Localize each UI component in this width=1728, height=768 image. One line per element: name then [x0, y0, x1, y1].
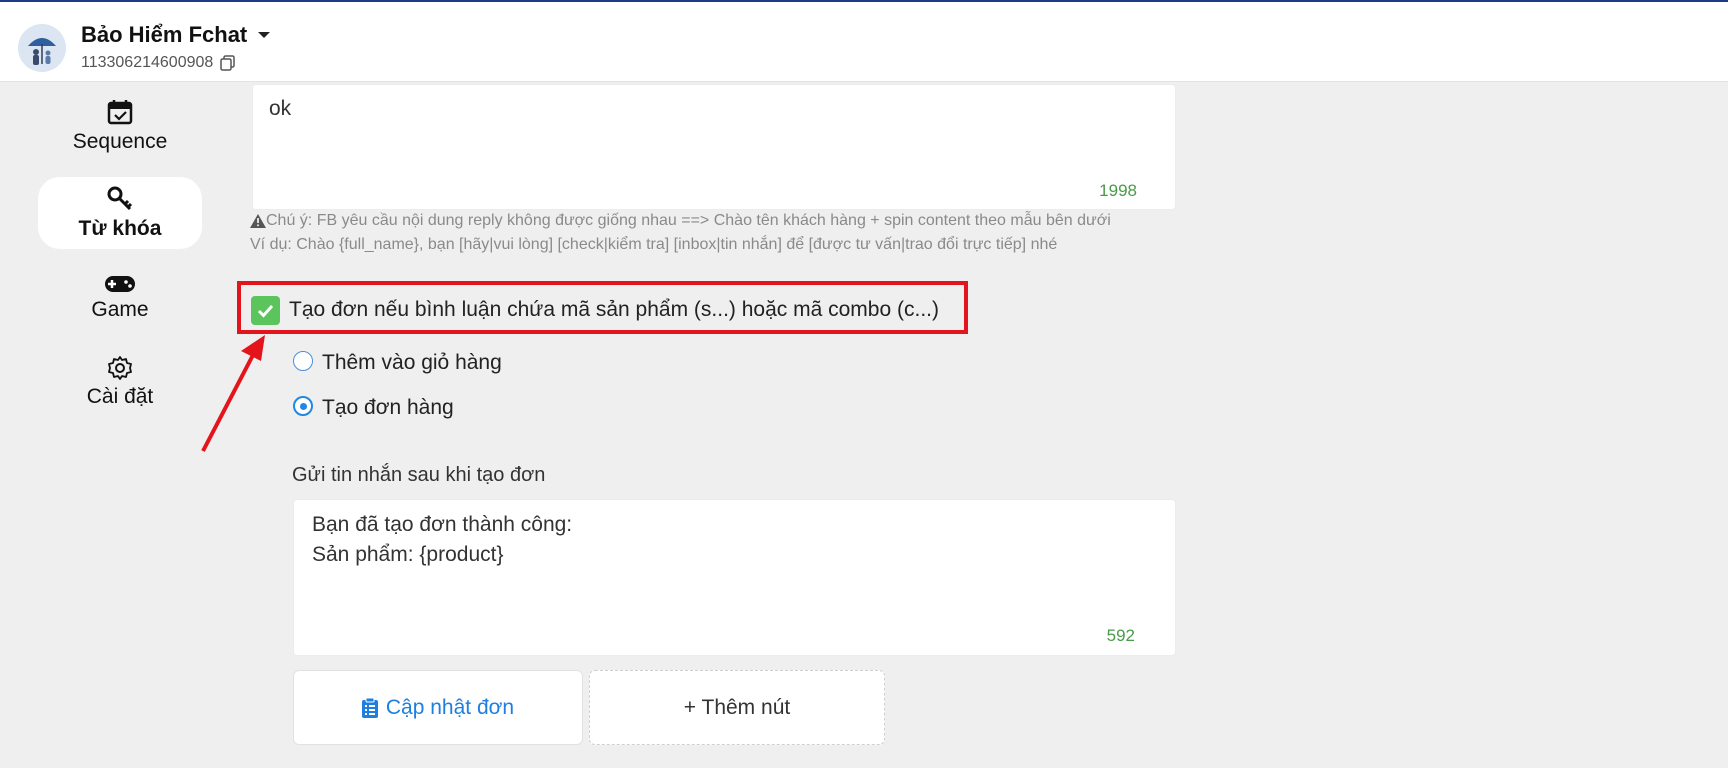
- after-order-label: Gửi tin nhắn sau khi tạo đơn: [292, 464, 546, 486]
- reply-warning-note: Chú ý: FB yêu cầu nội dung reply không đ…: [250, 212, 1111, 230]
- create-order-checkbox[interactable]: [251, 296, 280, 325]
- update-order-label: Cập nhật đơn: [385, 695, 515, 719]
- reply-char-counter: 1998: [1099, 181, 1137, 200]
- radio-create-order-label[interactable]: Tạo đơn hàng: [322, 396, 454, 420]
- annotation-arrow: [201, 335, 265, 452]
- warning-icon: [250, 214, 266, 228]
- sidebar-item-label: Game: [91, 298, 149, 321]
- add-button-label: + Thêm nút: [683, 695, 791, 719]
- checkmark-icon: [257, 304, 274, 318]
- sidebar-item-sequence[interactable]: Sequence: [38, 98, 202, 158]
- after-order-char-counter: 592: [1106, 626, 1135, 645]
- page-name-dropdown[interactable]: Bảo Hiểm Fchat: [81, 22, 271, 48]
- key-icon: [107, 186, 133, 211]
- page-name: Bảo Hiểm Fchat: [81, 22, 248, 47]
- update-order-button[interactable]: Cập nhật đơn: [293, 670, 583, 745]
- sidebar-item-game[interactable]: Game: [38, 274, 202, 334]
- page-avatar[interactable]: [18, 24, 66, 72]
- create-order-label[interactable]: Tạo đơn nếu bình luận chứa mã sản phẩm (…: [289, 298, 939, 322]
- radio-add-to-cart[interactable]: [293, 351, 313, 371]
- sidebar-item-label: Sequence: [72, 130, 168, 153]
- calendar-check-icon: [107, 100, 133, 125]
- add-button[interactable]: + Thêm nút: [589, 670, 885, 745]
- clipboard-list-icon: [361, 697, 378, 718]
- gear-icon: [108, 356, 132, 380]
- after-order-textarea[interactable]: Bạn đã tạo đơn thành công: Sản phẩm: {pr…: [293, 499, 1176, 656]
- page-id: 113306214600908: [81, 54, 214, 71]
- gamepad-icon: [105, 276, 135, 292]
- warning-text: Chú ý: FB yêu cầu nội dung reply không đ…: [266, 212, 1111, 229]
- radio-add-to-cart-label[interactable]: Thêm vào giỏ hàng: [322, 351, 502, 375]
- copy-icon[interactable]: [219, 54, 237, 72]
- sidebar-item-label: Cài đặt: [86, 385, 154, 408]
- sidebar-item-label: Từ khóa: [78, 217, 162, 240]
- page-header: Bảo Hiểm Fchat 113306214600908: [0, 2, 1728, 82]
- after-order-message: Bạn đã tạo đơn thành công: Sản phẩm: {pr…: [312, 513, 573, 566]
- caret-down-icon: [258, 32, 271, 38]
- page-id-row: 113306214600908: [81, 54, 237, 72]
- sidebar-item-cai-dat[interactable]: Cài đặt: [38, 355, 202, 415]
- sidebar-item-tu-khoa[interactable]: Từ khóa: [38, 177, 202, 249]
- radio-create-order[interactable]: [293, 396, 313, 416]
- reply-example-note: Ví dụ: Chào {full_name}, bạn [hãy|vui lò…: [250, 236, 1058, 253]
- reply-text: ok: [269, 97, 292, 120]
- reply-textarea[interactable]: ok 1998: [252, 84, 1176, 210]
